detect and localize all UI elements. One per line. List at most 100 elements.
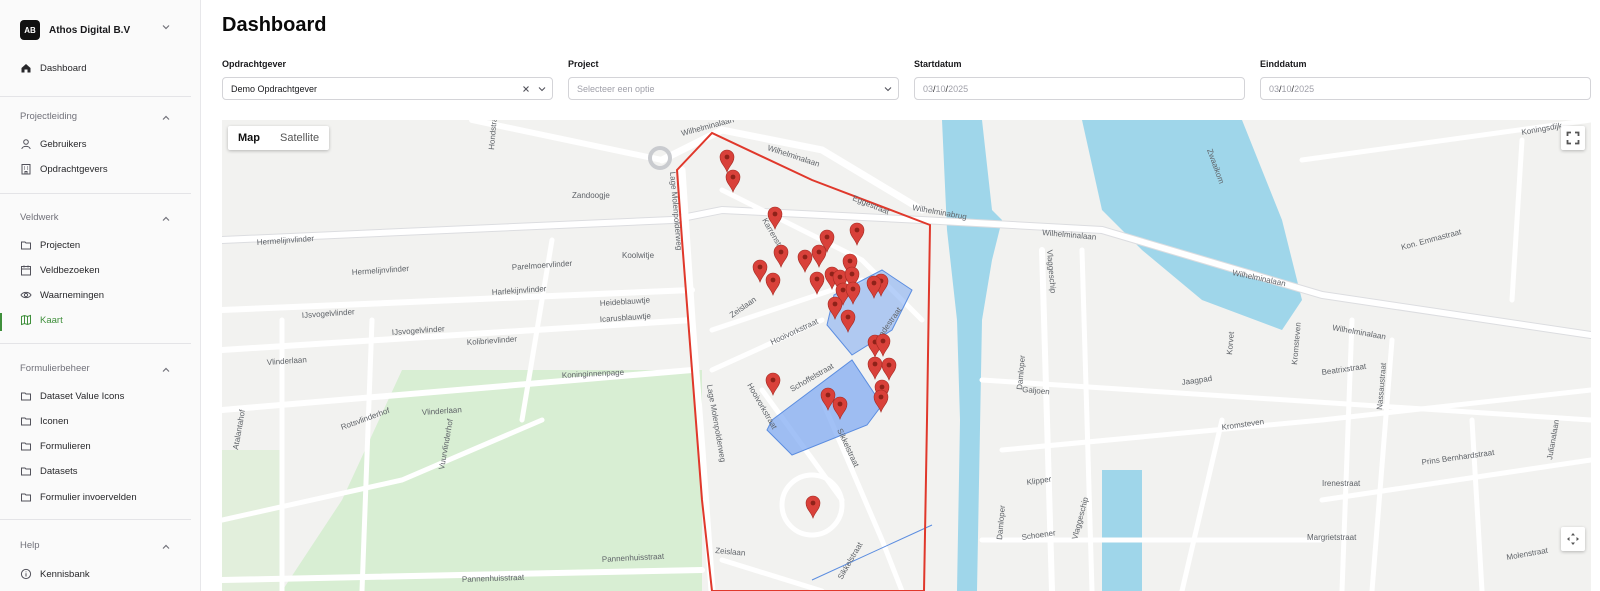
map-icon [21, 314, 31, 326]
project-line [811, 524, 933, 581]
sidebar-item-formulier-invoervelden[interactable]: Formulier invoervelden [20, 488, 137, 506]
map-marker-dot [778, 249, 784, 255]
satellite-tab[interactable]: Satellite [270, 132, 329, 144]
sidebar-item-kaart[interactable]: Kaart [20, 311, 63, 329]
client-select[interactable]: Demo Opdrachtgever [222, 77, 553, 100]
project-select[interactable]: Selecteer een optie [568, 77, 899, 100]
map-marker-dot [825, 392, 831, 398]
map-marker[interactable] [867, 356, 883, 380]
chevron-up-icon[interactable] [161, 113, 171, 123]
map-marker[interactable] [849, 222, 865, 246]
folder-icon [21, 241, 31, 250]
map-marker-dot [837, 274, 843, 280]
street-label: Heideblauwtje [600, 295, 651, 308]
sidebar-item-veldbezoeken[interactable]: Veldbezoeken [20, 261, 100, 279]
chevron-up-icon[interactable] [161, 214, 171, 224]
divider [0, 519, 191, 520]
street-label: Galjoen [1022, 385, 1050, 396]
active-indicator [0, 313, 2, 331]
road [719, 557, 825, 591]
project-placeholder: Selecteer een optie [577, 83, 655, 94]
chevron-up-icon[interactable] [161, 542, 171, 552]
section-title-help[interactable]: Help [20, 540, 40, 554]
section-title-projectleiding[interactable]: Projectleiding [20, 111, 77, 125]
map-marker[interactable] [765, 372, 781, 396]
street-label: Beatrixstraat [1321, 362, 1367, 377]
start-date-label: Startdatum [914, 59, 962, 69]
map-marker[interactable] [765, 272, 781, 296]
street-label: Kromsteven [1290, 322, 1303, 365]
street-label: Wilhelminalaan [1332, 323, 1387, 341]
sidebar-item-waarnemingen[interactable]: Waarnemingen [20, 286, 104, 304]
fullscreen-button[interactable] [1561, 126, 1585, 150]
map-marker[interactable] [752, 259, 768, 283]
water-area [1102, 470, 1142, 591]
section-title-formulierbeheer[interactable]: Formulierbeheer [20, 363, 90, 377]
start-day: 03 [923, 83, 934, 94]
street-label: Parelmoervlinder [512, 259, 573, 272]
map-marker-dot [872, 361, 878, 367]
sidebar-item-label: Waarnemingen [40, 289, 105, 301]
sidebar-item-dataset-value-icons[interactable]: Dataset Value Icons [20, 387, 124, 405]
client-value: Demo Opdrachtgever [231, 83, 318, 94]
map-marker[interactable] [811, 244, 827, 268]
org-name: Athos Digital B.V [49, 24, 131, 36]
map-marker[interactable] [805, 495, 821, 519]
chevron-up-icon[interactable] [161, 365, 171, 375]
map-marker[interactable] [809, 271, 825, 295]
start-date-input[interactable]: 03/10/2025 [914, 77, 1245, 100]
folder-icon [21, 392, 31, 401]
street-label: Hermelijnvlinder [352, 264, 410, 277]
home-icon [21, 64, 31, 73]
map-marker-dot [854, 227, 860, 233]
section-title-veldwerk[interactable]: Veldwerk [20, 212, 59, 226]
sidebar-item-kennisbank[interactable]: Kennisbank [20, 565, 90, 583]
street-label: Vlinderlaan [267, 355, 308, 367]
sidebar-item-datasets[interactable]: Datasets [20, 462, 78, 480]
org-switcher[interactable]: AB Athos Digital B.V [20, 19, 170, 41]
end-month: 10 [1281, 83, 1292, 94]
map-canvas[interactable]: Wilhelminalaan Wilhelminalaan Wilhelmina… [222, 120, 1591, 591]
map-marker-dot [837, 401, 843, 407]
end-date-label: Einddatum [1260, 59, 1307, 69]
sidebar-item-projecten[interactable]: Projecten [20, 236, 80, 254]
camera-control-button[interactable] [1561, 527, 1585, 551]
street-label: Hondstraat [487, 120, 499, 150]
road [1469, 417, 1485, 591]
map-marker[interactable] [881, 357, 897, 381]
sidebar-item-label: Formulier invoervelden [40, 491, 137, 503]
map-marker[interactable] [875, 333, 891, 357]
divider [0, 343, 191, 344]
map-marker-dot [824, 234, 830, 240]
road [1179, 417, 1225, 591]
map-type-toggle[interactable]: Map Satellite [228, 126, 330, 150]
map-marker[interactable] [797, 249, 813, 273]
street-label: Korvet [1225, 331, 1236, 356]
chevron-down-icon[interactable] [883, 84, 893, 94]
chevron-down-icon[interactable] [537, 84, 547, 94]
sidebar-item-label: Formulieren [40, 440, 91, 452]
sidebar-item-opdrachtgevers[interactable]: Opdrachtgevers [20, 160, 108, 178]
map-marker-dot [850, 286, 856, 292]
map-marker[interactable] [725, 169, 741, 193]
end-date-input[interactable]: 03/10/2025 [1260, 77, 1591, 100]
map-marker[interactable] [773, 244, 789, 268]
sidebar-item-dashboard[interactable]: Dashboard [20, 59, 86, 77]
street-label: Koningsdijk [1521, 121, 1564, 137]
sidebar-item-iconen[interactable]: Iconen [20, 412, 69, 430]
end-year: 2025 [1294, 83, 1315, 94]
sidebar-item-gebruikers[interactable]: Gebruikers [20, 135, 86, 153]
street-label: Prins Bernhardstraat [1421, 448, 1496, 467]
street-label: Zeislaan [715, 546, 746, 558]
sidebar-item-formulieren[interactable]: Formulieren [20, 437, 91, 455]
clear-icon[interactable] [521, 84, 531, 94]
map-marker[interactable] [719, 149, 735, 173]
map-tab[interactable]: Map [228, 132, 270, 144]
end-day: 03 [1269, 83, 1280, 94]
map-marker-dot [878, 394, 884, 400]
street-label: Vlaggeschip [1045, 249, 1058, 294]
sidebar-item-label: Iconen [40, 415, 69, 427]
map-view[interactable]: Wilhelminalaan Wilhelminalaan Wilhelmina… [222, 120, 1591, 591]
fullscreen-icon [1566, 131, 1580, 145]
folder-icon [21, 493, 31, 502]
